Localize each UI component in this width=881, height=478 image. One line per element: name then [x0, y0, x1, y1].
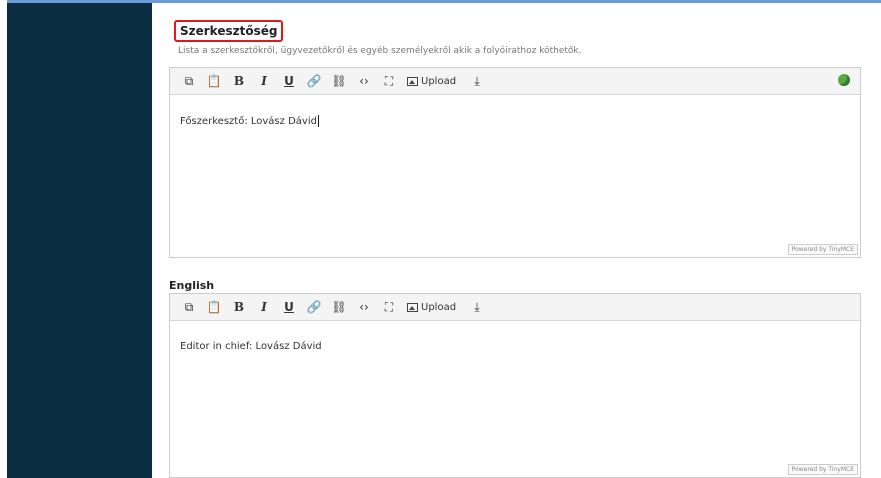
- bold-button[interactable]: B: [228, 71, 250, 91]
- italic-button[interactable]: I: [253, 297, 275, 317]
- editor-toolbar: ⧉ 📋 B I U 🔗 ⛓ ‹› ⛶ Upload ⤓: [170, 294, 860, 321]
- copy-icon[interactable]: ⧉: [178, 71, 200, 91]
- editor-text: Editor in chief: Lovász Dávid: [180, 341, 322, 352]
- code-icon[interactable]: ‹›: [353, 71, 375, 91]
- text-caret: [317, 115, 319, 127]
- main-content: Szerkesztőség Lista a szerkesztőkről, üg…: [152, 3, 881, 478]
- paste-icon[interactable]: 📋: [203, 297, 225, 317]
- section-description: Lista a szerkesztőkről, ügyvezetőkről és…: [178, 46, 582, 56]
- upload-button[interactable]: Upload: [407, 76, 456, 87]
- fullscreen-icon[interactable]: ⛶: [378, 71, 400, 91]
- copy-icon[interactable]: ⧉: [178, 297, 200, 317]
- link-icon[interactable]: 🔗: [303, 297, 325, 317]
- image-icon: [407, 76, 418, 86]
- editor-content[interactable]: Editor in chief: Lovász Dávid: [170, 321, 860, 372]
- code-icon[interactable]: ‹›: [353, 297, 375, 317]
- editor-english: ⧉ 📋 B I U 🔗 ⛓ ‹› ⛶ Upload ⤓ Editor in ch…: [169, 293, 861, 478]
- editor-toolbar: ⧉ 📋 B I U 🔗 ⛓ ‹› ⛶ Upload ⤓: [170, 68, 860, 95]
- upload-label: Upload: [421, 75, 457, 87]
- bold-button[interactable]: B: [228, 297, 250, 317]
- language-label-english: English: [169, 279, 215, 292]
- globe-icon[interactable]: [838, 74, 850, 86]
- link-icon[interactable]: 🔗: [303, 71, 325, 91]
- section-title: Szerkesztőség: [174, 20, 284, 42]
- download-icon[interactable]: ⤓: [466, 71, 488, 91]
- image-icon: [407, 302, 418, 312]
- fullscreen-icon[interactable]: ⛶: [378, 297, 400, 317]
- unlink-icon[interactable]: ⛓: [328, 297, 350, 317]
- download-icon[interactable]: ⤓: [466, 297, 488, 317]
- underline-button[interactable]: U: [278, 71, 300, 91]
- upload-button[interactable]: Upload: [407, 302, 456, 313]
- paste-icon[interactable]: 📋: [203, 71, 225, 91]
- underline-button[interactable]: U: [278, 297, 300, 317]
- editor-content[interactable]: Főszerkesztő: Lovász Dávid: [170, 95, 860, 147]
- left-edge: [0, 0, 7, 478]
- powered-by-label[interactable]: Powered by TinyMCE: [787, 464, 858, 475]
- unlink-icon[interactable]: ⛓: [328, 71, 350, 91]
- powered-by-label[interactable]: Powered by TinyMCE: [787, 244, 858, 255]
- italic-button[interactable]: I: [253, 71, 275, 91]
- upload-label: Upload: [421, 301, 457, 313]
- editor-hungarian: ⧉ 📋 B I U 🔗 ⛓ ‹› ⛶ Upload ⤓ Főszerkesztő…: [169, 67, 861, 258]
- editor-text: Főszerkesztő: Lovász Dávid: [180, 116, 317, 127]
- scrollbar[interactable]: [865, 3, 881, 478]
- sidebar: [7, 3, 152, 478]
